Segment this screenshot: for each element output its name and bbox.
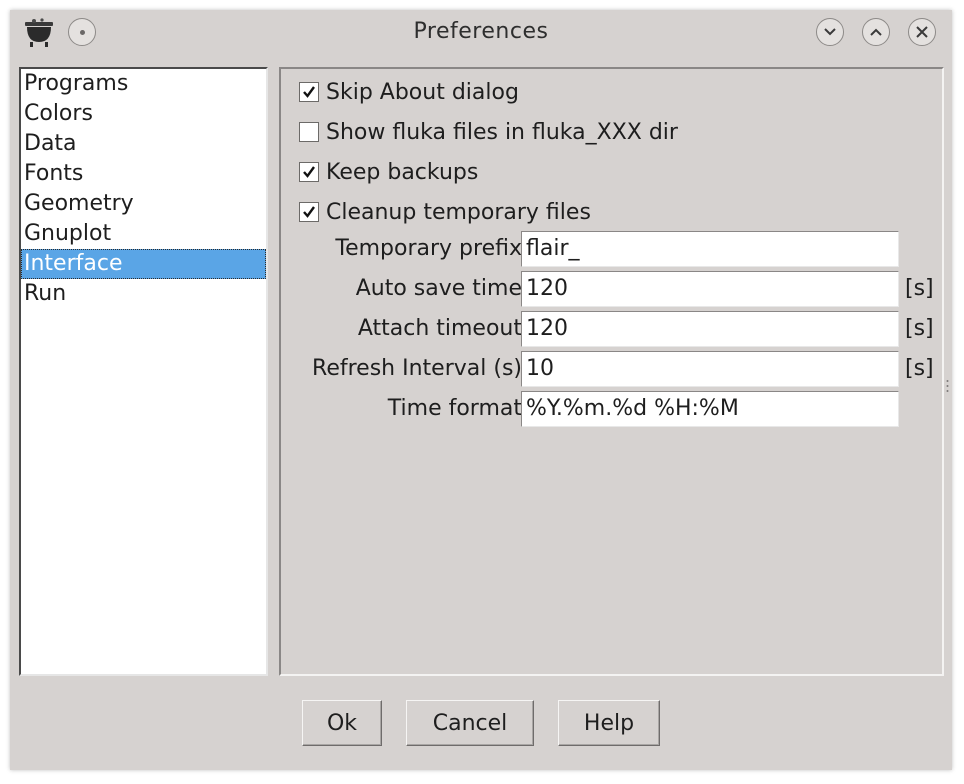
keep-backups-label: Keep backups xyxy=(326,159,479,185)
cancel-button[interactable]: Cancel xyxy=(406,700,534,746)
preferences-window: Preferences Programs Colors Data Fonts G… xyxy=(10,10,952,770)
cleanup-temp-label: Cleanup temporary files xyxy=(326,199,591,225)
maximize-icon[interactable] xyxy=(862,18,890,46)
sidebar-item-gnuplot[interactable]: Gnuplot xyxy=(21,219,266,249)
time-format-label: Time format xyxy=(387,396,522,421)
attach-timeout-input[interactable]: 120 xyxy=(521,311,899,347)
refresh-interval-label: Refresh Interval (s) xyxy=(312,356,522,381)
sidebar-item-data[interactable]: Data xyxy=(21,129,266,159)
keep-backups-checkbox-row[interactable]: Keep backups xyxy=(299,157,478,187)
auto-save-time-label: Auto save time xyxy=(355,276,522,301)
cleanup-temp-checkbox[interactable] xyxy=(299,202,319,222)
close-icon[interactable] xyxy=(908,18,936,46)
window-title: Preferences xyxy=(413,19,549,44)
keep-backups-checkbox[interactable] xyxy=(299,162,319,182)
category-list[interactable]: Programs Colors Data Fonts Geometry Gnup… xyxy=(19,67,268,676)
resize-grip-icon[interactable] xyxy=(946,378,949,394)
auto-save-time-unit: [s] xyxy=(905,276,934,301)
interface-settings-panel: Skip About dialog Show fluka files in fl… xyxy=(279,67,944,676)
temporary-prefix-input[interactable]: flair_ xyxy=(521,231,899,267)
auto-save-time-input[interactable]: 120 xyxy=(521,271,899,307)
skip-about-checkbox[interactable] xyxy=(299,82,319,102)
title-bar[interactable]: Preferences xyxy=(10,10,952,54)
skip-about-label: Skip About dialog xyxy=(326,79,519,105)
show-fluka-files-checkbox-row[interactable]: Show fluka files in fluka_XXX dir xyxy=(299,117,678,147)
attach-timeout-unit: [s] xyxy=(905,316,934,341)
ok-button[interactable]: Ok xyxy=(302,700,382,746)
show-fluka-files-checkbox[interactable] xyxy=(299,122,319,142)
sidebar-item-fonts[interactable]: Fonts xyxy=(21,159,266,189)
help-button[interactable]: Help xyxy=(558,700,660,746)
minimize-icon[interactable] xyxy=(816,18,844,46)
sidebar-item-programs[interactable]: Programs xyxy=(21,69,266,99)
refresh-interval-unit: [s] xyxy=(905,356,934,381)
sidebar-item-run[interactable]: Run xyxy=(21,279,266,309)
temporary-prefix-label: Temporary prefix xyxy=(335,236,522,261)
skip-about-checkbox-row[interactable]: Skip About dialog xyxy=(299,77,519,107)
sidebar-item-colors[interactable]: Colors xyxy=(21,99,266,129)
time-format-input[interactable]: %Y.%m.%d %H:%M xyxy=(521,391,899,427)
sidebar-item-interface[interactable]: Interface xyxy=(21,249,266,279)
cleanup-temp-checkbox-row[interactable]: Cleanup temporary files xyxy=(299,197,591,227)
sidebar-item-geometry[interactable]: Geometry xyxy=(21,189,266,219)
attach-timeout-label: Attach timeout xyxy=(357,316,522,341)
refresh-interval-input[interactable]: 10 xyxy=(521,351,899,387)
show-fluka-files-label: Show fluka files in fluka_XXX dir xyxy=(326,119,678,145)
